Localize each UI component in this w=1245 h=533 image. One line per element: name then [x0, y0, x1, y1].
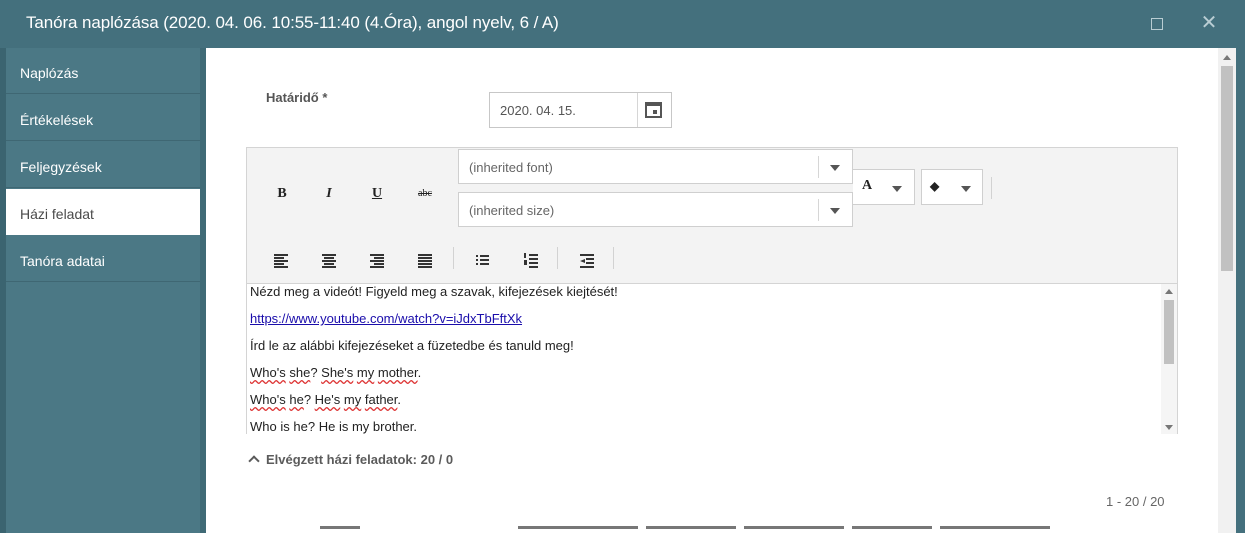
- editor-line: Who is he? He is my brother.: [250, 419, 418, 434]
- page-scrollbar[interactable]: [1218, 48, 1236, 533]
- italic-button[interactable]: I: [314, 181, 344, 207]
- outdent-icon[interactable]: [580, 254, 594, 268]
- scrollbar-thumb[interactable]: [1221, 66, 1233, 271]
- scroll-up-icon[interactable]: [1165, 289, 1173, 294]
- font-color-button[interactable]: A: [853, 169, 915, 205]
- sidebar-item-feljegyzesek[interactable]: Feljegyzések: [6, 142, 200, 188]
- sidebar-item-ertekelesek[interactable]: Értékelések: [6, 95, 200, 141]
- font-family-value: (inherited font): [469, 160, 553, 175]
- window-title: Tanóra naplózása (2020. 04. 06. 10:55-11…: [26, 13, 559, 32]
- sidebar-item-tanora-adatai[interactable]: Tanóra adatai: [6, 236, 200, 282]
- paint-bucket-icon: ◆: [930, 179, 940, 193]
- sidebar-item-naplozas[interactable]: Naplózás: [6, 48, 200, 94]
- window-right-border: [1236, 48, 1245, 533]
- chevron-down-icon: [830, 165, 840, 171]
- completed-homework-toggle[interactable]: Elvégzett házi feladatok: 20 / 0: [247, 452, 453, 467]
- chevron-down-icon: [892, 186, 902, 192]
- window-titlebar: Tanóra naplózása (2020. 04. 06. 10:55-11…: [0, 0, 1245, 48]
- scroll-down-icon[interactable]: [1165, 425, 1173, 430]
- editor-line: Who's she? She's my mother.: [250, 365, 422, 380]
- close-icon[interactable]: ✕: [1198, 12, 1220, 34]
- deadline-label: Határidő *: [266, 90, 328, 105]
- toolbar-separator: [557, 247, 558, 269]
- deadline-date-input[interactable]: 2020. 04. 15.: [489, 92, 672, 128]
- rich-text-editor: B I U abc (inherited font) (inherited si…: [246, 147, 1178, 434]
- bullet-list-icon[interactable]: [476, 254, 490, 266]
- align-justify-icon[interactable]: [418, 254, 432, 268]
- chevron-down-icon: [961, 186, 971, 192]
- font-size-select[interactable]: (inherited size): [458, 192, 853, 227]
- highlight-color-button[interactable]: ◆: [921, 169, 983, 205]
- editor-scrollbar[interactable]: [1161, 284, 1177, 434]
- editor-line: Who's he? He's my father.: [250, 392, 402, 407]
- underline-button[interactable]: U: [362, 181, 392, 207]
- select-divider: [818, 199, 819, 221]
- scrollbar-thumb[interactable]: [1164, 300, 1174, 364]
- toolbar-separator: [613, 247, 614, 269]
- editor-link[interactable]: https://www.youtube.com/watch?v=iJdxTbFf…: [250, 311, 522, 326]
- editor-line: Írd le az alábbi kifejezéseket a füzeted…: [250, 338, 574, 353]
- deadline-date-value[interactable]: 2020. 04. 15.: [500, 103, 576, 118]
- editor-line: Nézd meg a videót! Figyeld meg a szavak,…: [250, 284, 618, 299]
- scroll-up-icon[interactable]: [1223, 55, 1231, 60]
- completed-homework-label: Elvégzett házi feladatok: 20 / 0: [266, 452, 454, 467]
- align-left-icon[interactable]: [274, 254, 288, 268]
- font-size-value: (inherited size): [469, 203, 555, 218]
- chevron-down-icon: [830, 208, 840, 214]
- clipped-table-row: [300, 526, 1100, 533]
- sidebar-item-hazi-feladat[interactable]: Házi feladat: [6, 189, 206, 235]
- editor-text-area[interactable]: Nézd meg a videót! Figyeld meg a szavak,…: [247, 283, 1177, 434]
- strikethrough-button[interactable]: abc: [410, 181, 440, 207]
- pagination-info: 1 - 20 / 20: [1106, 494, 1165, 509]
- sidebar: Naplózás Értékelések Feljegyzések Házi f…: [6, 48, 206, 533]
- calendar-icon[interactable]: [645, 102, 662, 118]
- align-center-icon[interactable]: [322, 254, 336, 268]
- chevron-up-icon: [248, 455, 260, 467]
- numbered-list-icon[interactable]: [524, 253, 538, 268]
- font-color-icon: A: [862, 178, 873, 193]
- maximize-icon[interactable]: [1146, 12, 1168, 34]
- toolbar-separator: [991, 177, 992, 199]
- date-divider: [637, 93, 638, 127]
- align-right-icon[interactable]: [370, 254, 384, 268]
- toolbar-separator: [453, 247, 454, 269]
- font-family-select[interactable]: (inherited font): [458, 149, 853, 184]
- bold-button[interactable]: B: [267, 181, 297, 207]
- select-divider: [818, 156, 819, 178]
